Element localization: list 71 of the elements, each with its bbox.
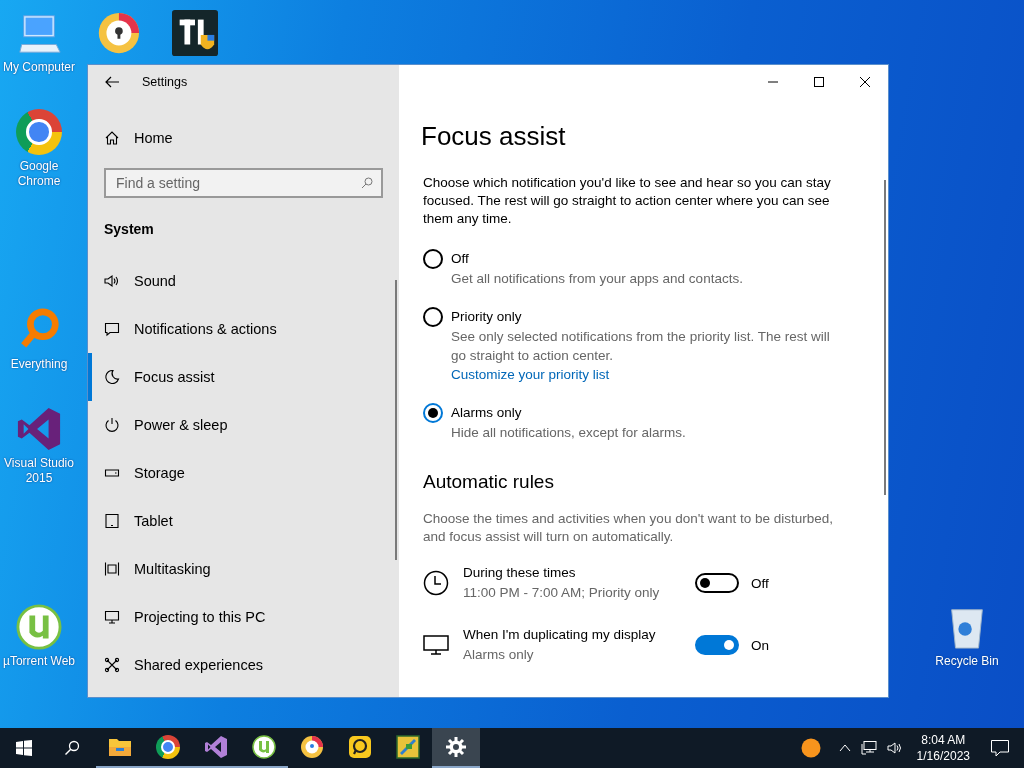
nav-item[interactable]: Multitasking — [88, 545, 399, 593]
taskbar-app-button[interactable] — [432, 728, 480, 768]
rule-detail: Alarms only — [463, 646, 535, 664]
toggle-label: Off — [751, 575, 769, 591]
page-description: Choose which notification you'd like to see and hear so you can stay focused. The rest will go straight to action center where you can see them any time. — [423, 174, 832, 228]
volume-icon[interactable] — [886, 740, 903, 756]
moon-icon — [104, 369, 120, 385]
maximize-icon — [814, 76, 824, 87]
browser-icon — [300, 735, 324, 759]
nav-item[interactable]: Storage — [88, 449, 399, 497]
nav-item[interactable]: Power & sleep — [88, 401, 399, 449]
chrome-icon — [156, 735, 180, 759]
monitor-icon — [423, 632, 449, 658]
utorrent-icon[interactable] — [16, 604, 62, 650]
nav-item[interactable]: Sound — [88, 257, 399, 305]
option-label[interactable]: Priority only — [451, 307, 846, 327]
clock[interactable]: 8:04 AM 1/16/2023 — [916, 732, 970, 764]
window-title: Settings — [142, 74, 188, 89]
clock-icon — [423, 570, 449, 596]
option-description: Get all notifications from your apps and contacts. — [451, 270, 744, 288]
toggle-switch[interactable] — [695, 635, 739, 655]
app-tile-icon — [396, 735, 420, 759]
home-icon — [104, 130, 120, 146]
tablet-icon — [104, 513, 120, 529]
notifications-icon — [104, 321, 120, 337]
search-icon — [64, 740, 80, 756]
tray-app-icon[interactable] — [800, 738, 821, 758]
chrome-icon[interactable] — [16, 109, 62, 155]
radio-button[interactable] — [423, 307, 443, 327]
nav-item[interactable]: Notifications & actions — [88, 305, 399, 353]
notifications-icon[interactable] — [990, 738, 1010, 758]
priority-list-link[interactable]: Customize your priority list — [451, 365, 610, 384]
rule-title: During these times — [463, 564, 577, 582]
scroll-bar[interactable] — [884, 180, 886, 495]
power-icon — [104, 417, 120, 433]
section-heading: System — [103, 222, 155, 239]
page-title: Focus assist — [421, 120, 567, 152]
chat-app-icon — [348, 735, 372, 759]
desktop-icon-label[interactable]: Recycle Bin — [935, 654, 999, 669]
search-field[interactable]: Find a setting — [104, 168, 383, 198]
visual-studio-icon[interactable] — [16, 406, 62, 452]
option-label[interactable]: Alarms only — [451, 403, 846, 423]
visual-studio-icon — [204, 735, 228, 759]
home-link[interactable]: Home — [88, 114, 399, 162]
nav-item[interactable]: Shared experiences — [88, 641, 399, 689]
nav-item[interactable]: Projecting to this PC — [88, 593, 399, 641]
clock-time: 8:04 AM — [921, 732, 966, 748]
sound-icon — [104, 273, 120, 289]
radio-button[interactable] — [423, 403, 443, 423]
rule-detail: 11:00 PM - 7:00 AM; Priority only — [463, 584, 661, 602]
option-description: Hide all notifications, except for alarms. — [451, 424, 687, 442]
close-icon — [860, 76, 870, 87]
shield-app-icon[interactable] — [172, 10, 218, 56]
network-icon[interactable] — [860, 740, 877, 756]
section-heading: Automatic rules — [423, 470, 555, 494]
clock-date: 1/16/2023 — [916, 748, 970, 764]
option-description: See only selected notifications from the priority list. The rest will go straight to action center. — [451, 328, 831, 365]
search-icon — [361, 177, 373, 189]
gear-icon — [444, 735, 468, 759]
multitasking-icon — [104, 561, 120, 577]
chevron-up-icon[interactable] — [838, 742, 851, 754]
nav-item[interactable]: Tablet — [88, 497, 399, 545]
windows-logo-icon — [16, 740, 32, 756]
section-description: Choose the times and activities when you don't want to be disturbed, and focus assist will turn on automatically. — [423, 510, 835, 546]
scroll-bar[interactable] — [395, 280, 397, 560]
utorrent-icon — [252, 735, 276, 759]
toggle-switch[interactable] — [695, 573, 739, 593]
option-label[interactable]: Off — [451, 249, 846, 269]
radio-button[interactable] — [423, 249, 443, 269]
toggle-label: On — [751, 637, 769, 653]
rule-title: When I'm duplicating my display — [463, 626, 657, 644]
